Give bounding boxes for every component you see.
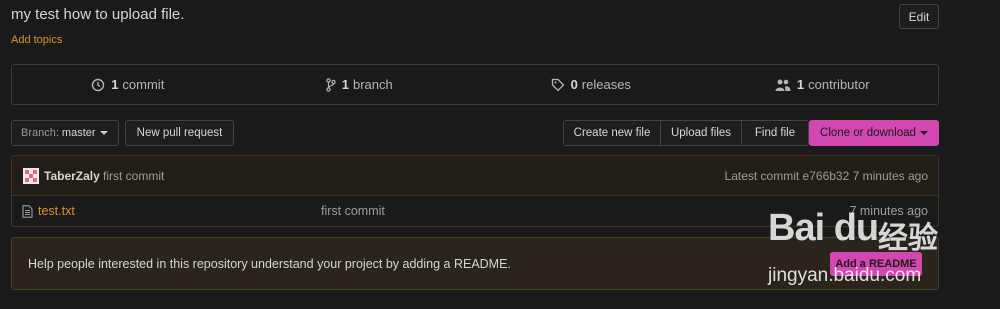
releases-count: 0 xyxy=(570,77,578,92)
file-icon xyxy=(22,205,33,218)
find-file-button[interactable]: Find file xyxy=(741,120,809,146)
new-pull-request-button[interactable]: New pull request xyxy=(125,120,234,146)
file-name-link[interactable]: test.txt xyxy=(38,204,75,218)
commits-label: commit xyxy=(122,77,165,92)
file-actions-group: Create new file Upload files Find file xyxy=(563,120,809,146)
branch-prefix: Branch: xyxy=(21,127,59,139)
commit-message[interactable]: first commit xyxy=(103,169,164,183)
latest-commit-row: TaberZaly first commit Latest commit e76… xyxy=(12,156,938,196)
create-new-file-button[interactable]: Create new file xyxy=(563,120,661,146)
upload-files-button[interactable]: Upload files xyxy=(660,120,742,146)
branch-icon xyxy=(326,77,336,92)
latest-commit-summary[interactable]: Latest commit e766b32 7 minutes ago xyxy=(725,169,928,183)
file-commit-message[interactable]: first commit xyxy=(321,204,385,218)
branch-select-button[interactable]: Branch: master xyxy=(11,120,119,146)
releases-label: releases xyxy=(581,77,631,92)
commits-count: 1 xyxy=(111,77,119,92)
history-icon xyxy=(91,78,105,91)
readme-prompt: Help people interested in this repositor… xyxy=(11,237,939,290)
file-age: 7 minutes ago xyxy=(849,204,928,218)
avatar[interactable] xyxy=(23,168,39,184)
table-row: test.txt first commit 7 minutes ago xyxy=(12,196,938,227)
releases-link[interactable]: 0 releases xyxy=(475,65,707,104)
contributors-label: contributor xyxy=(808,77,870,92)
readme-prompt-text: Help people interested in this repositor… xyxy=(28,257,511,271)
clone-label: Clone or download xyxy=(820,127,916,139)
branches-link[interactable]: 1 branch xyxy=(244,65,476,104)
edit-button[interactable]: Edit xyxy=(899,4,939,29)
repo-description: my test how to upload file. xyxy=(11,6,185,23)
branches-label: branch xyxy=(352,77,393,92)
chevron-down-icon xyxy=(99,131,108,135)
chevron-down-icon xyxy=(919,131,928,135)
add-readme-button[interactable]: Add a README xyxy=(830,252,922,276)
people-icon xyxy=(775,79,791,91)
commit-author[interactable]: TaberZaly xyxy=(44,169,100,183)
numbers-summary: 1 commit 1 branch 0 releases 1 contribut… xyxy=(11,64,939,105)
branches-count: 1 xyxy=(341,77,349,92)
commits-link[interactable]: 1 commit xyxy=(12,65,244,104)
contributors-link[interactable]: 1 contributor xyxy=(707,65,939,104)
add-topics-link[interactable]: Add topics xyxy=(11,34,62,46)
file-list: TaberZaly first commit Latest commit e76… xyxy=(11,155,939,227)
contributors-count: 1 xyxy=(796,77,805,92)
tag-icon xyxy=(551,78,564,91)
branch-name: master xyxy=(61,127,96,139)
clone-or-download-button[interactable]: Clone or download xyxy=(809,120,939,146)
